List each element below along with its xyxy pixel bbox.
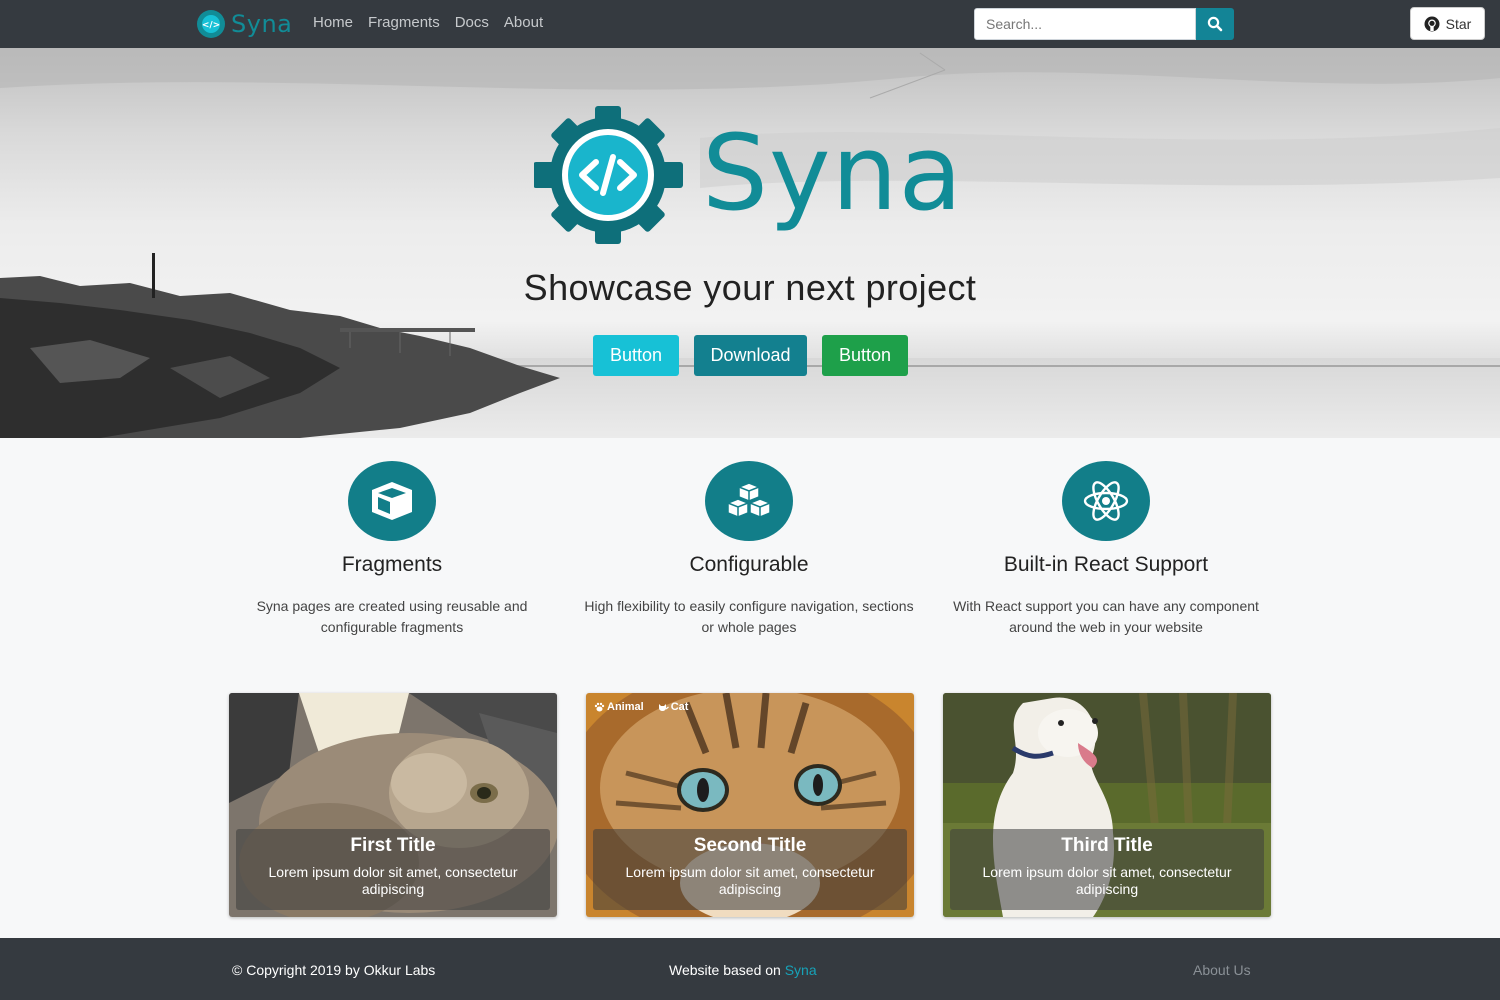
search-icon xyxy=(1207,16,1223,32)
brand-name: Syna xyxy=(231,10,293,38)
card-caption: Third Title Lorem ipsum dolor sit amet, … xyxy=(950,829,1264,910)
card-third[interactable]: Third Title Lorem ipsum dolor sit amet, … xyxy=(943,693,1271,917)
footer-based-on: Website based on Syna xyxy=(669,962,817,978)
tag-label: Cat xyxy=(670,701,689,713)
footer-copyright: © Copyright 2019 by Okkur Labs xyxy=(232,962,436,978)
github-icon xyxy=(1424,16,1440,31)
card-title: First Title xyxy=(350,835,436,856)
card-text: Lorem ipsum dolor sit amet, consectetur … xyxy=(268,864,518,897)
feature-fragments: Fragments Syna pages are created using r… xyxy=(212,461,572,638)
nav-links: Home Fragments Docs About xyxy=(313,14,543,31)
footer-syna-link[interactable]: Syna xyxy=(785,962,817,978)
search-form xyxy=(974,8,1234,40)
nav-about[interactable]: About xyxy=(504,14,543,31)
card-title: Second Title xyxy=(693,835,807,856)
card-caption: First Title Lorem ipsum dolor sit amet, … xyxy=(236,829,550,910)
top-navbar: </> Syna Home Fragments Docs About Star xyxy=(0,0,1500,48)
cubes-icon xyxy=(727,482,771,518)
syna-logo-icon: </> xyxy=(197,10,225,38)
hero-download-button[interactable]: Download xyxy=(694,335,807,376)
feature-react-support: Built-in React Support With React suppor… xyxy=(926,461,1286,638)
hero-section: Syna Showcase your next project Button D… xyxy=(0,48,1500,438)
card-text: Lorem ipsum dolor sit amet, consectetur … xyxy=(625,864,875,897)
cat-icon xyxy=(658,704,669,711)
feature-configurable: Configurable High flexibility to easily … xyxy=(569,461,929,638)
brand-link[interactable]: </> Syna xyxy=(196,9,292,39)
hero-buttons: Button Download Button xyxy=(593,335,908,376)
card-text: Lorem ipsum dolor sit amet, consectetur … xyxy=(982,864,1232,897)
tag-animal[interactable]: Animal xyxy=(594,701,644,713)
hero-logo-text: Syna xyxy=(702,112,964,234)
card-caption: Second Title Lorem ipsum dolor sit amet,… xyxy=(593,829,907,910)
feature-title: Built-in React Support xyxy=(1003,553,1209,576)
nav-fragments[interactable]: Fragments xyxy=(368,14,440,31)
nav-docs[interactable]: Docs xyxy=(455,14,489,31)
svg-text:</>: </> xyxy=(202,21,220,31)
search-button[interactable] xyxy=(1196,8,1234,40)
search-input[interactable] xyxy=(974,8,1196,40)
feature-title: Configurable xyxy=(689,553,809,576)
feature-description: High flexibility to easily configure nav… xyxy=(584,598,914,635)
footer: © Copyright 2019 by Okkur Labs Website b… xyxy=(0,938,1500,1000)
react-icon xyxy=(1083,481,1129,521)
card-first[interactable]: First Title Lorem ipsum dolor sit amet, … xyxy=(229,693,557,917)
card-second[interactable]: Animal Cat Second Title Lorem ipsum dolo… xyxy=(586,693,914,917)
feature-description: Syna pages are created using reusable an… xyxy=(256,598,528,635)
hero-button-success[interactable]: Button xyxy=(822,335,908,376)
footer-based-on-text: Website based on xyxy=(669,962,785,978)
hero-tagline: Showcase your next project xyxy=(523,267,977,308)
footer-about-link[interactable]: About Us xyxy=(1193,962,1251,978)
feature-description: With React support you can have any comp… xyxy=(953,598,1259,635)
tag-label: Animal xyxy=(607,701,644,713)
github-star-button[interactable]: Star xyxy=(1410,7,1485,40)
feature-icon-circle xyxy=(1062,461,1150,541)
card-tags: Animal Cat xyxy=(594,701,688,713)
card-title: Third Title xyxy=(1061,835,1153,856)
star-label: Star xyxy=(1445,15,1472,32)
cube-icon xyxy=(372,482,412,520)
hero-button-primary[interactable]: Button xyxy=(593,335,679,376)
nav-home[interactable]: Home xyxy=(313,14,353,31)
feature-icon-circle xyxy=(705,461,793,541)
tag-cat[interactable]: Cat xyxy=(658,701,689,713)
feature-icon-circle xyxy=(348,461,436,541)
feature-title: Fragments xyxy=(341,553,443,576)
hero-syna-logo-icon xyxy=(534,106,683,244)
hero-background-image xyxy=(0,48,1500,438)
paw-icon xyxy=(594,702,605,712)
